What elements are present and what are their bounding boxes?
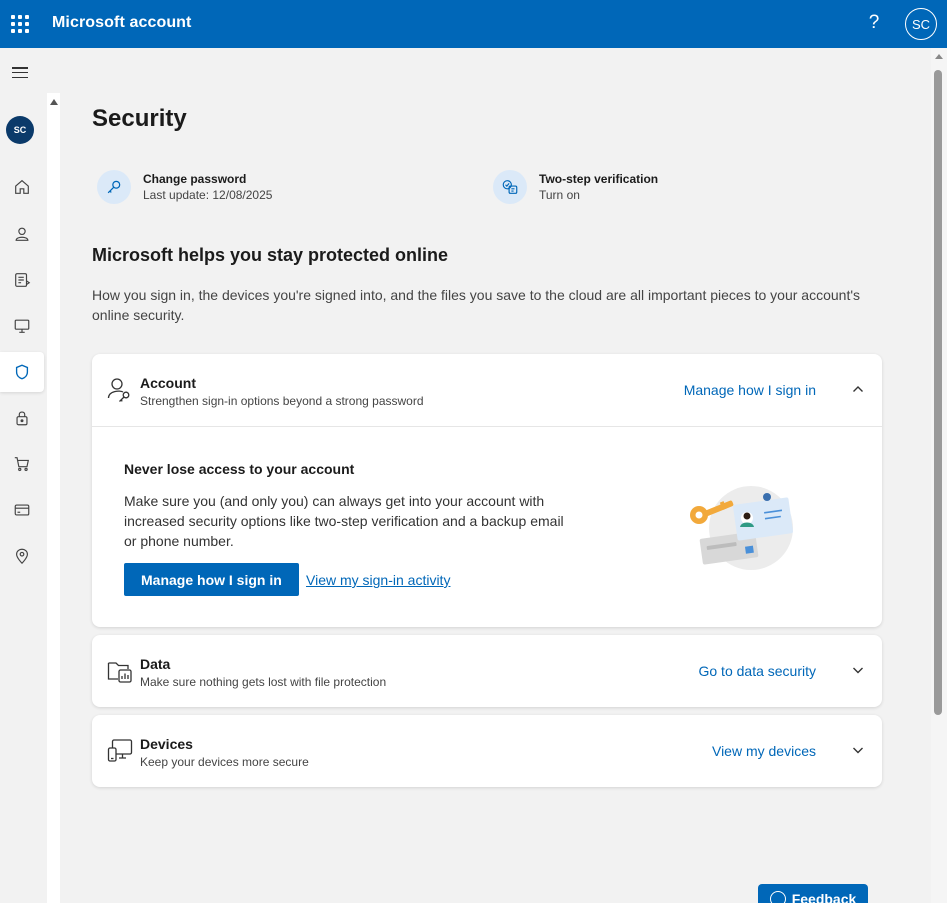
nav-item-payment[interactable] <box>0 490 44 530</box>
page-title: Security <box>92 105 187 132</box>
feedback-icon <box>769 891 786 903</box>
section-description: How you sign in, the devices you're sign… <box>92 287 861 323</box>
feedback-button[interactable]: Feedback <box>758 884 868 903</box>
chevron-down-icon[interactable] <box>852 664 864 676</box>
hamburger-menu-icon[interactable] <box>12 67 28 78</box>
person-icon <box>15 227 29 241</box>
feedback-label: Feedback <box>791 891 857 903</box>
person-key-icon <box>107 378 130 402</box>
data-card-header[interactable]: Data Make sure nothing gets lost with fi… <box>92 635 882 707</box>
two-step-title: Two-step verification <box>539 172 659 186</box>
top-bar: Microsoft account ? SC <box>0 0 947 48</box>
manage-sign-in-link[interactable]: Manage how I sign in <box>684 382 816 398</box>
two-step-subtitle: Turn on <box>539 188 580 202</box>
location-pin-icon <box>16 548 28 565</box>
cart-icon <box>14 457 30 472</box>
view-devices-link[interactable]: View my devices <box>712 743 816 759</box>
nav-item-security[interactable] <box>0 352 44 392</box>
devices-icon <box>14 319 30 333</box>
view-sign-in-activity-link[interactable]: View my sign-in activity <box>306 572 450 588</box>
home-icon <box>15 179 29 194</box>
data-security-link[interactable]: Go to data security <box>698 663 816 679</box>
account-card-title: Account <box>140 375 196 391</box>
change-password-subtitle: Last update: 12/08/2025 <box>143 188 273 202</box>
nav-item-subscriptions[interactable] <box>0 260 44 300</box>
account-card-subtitle: Strengthen sign-in options beyond a stro… <box>140 394 424 408</box>
devices-card: Devices Keep your devices more secure Vi… <box>92 715 882 787</box>
account-body-title: Never lose access to your account <box>124 461 355 477</box>
nav-item-privacy[interactable] <box>0 398 44 438</box>
nav-item-orders[interactable] <box>0 444 44 484</box>
page-scrollbar[interactable] <box>931 48 947 903</box>
card-icon <box>14 504 30 516</box>
app-title[interactable]: Microsoft account <box>52 14 192 32</box>
subscriptions-icon <box>15 273 31 287</box>
app-launcher-icon[interactable] <box>11 15 29 33</box>
manage-sign-in-button[interactable]: Manage how I sign in <box>124 563 299 596</box>
key-icon <box>97 170 131 204</box>
data-card-subtitle: Make sure nothing gets lost with file pr… <box>140 675 387 689</box>
folder-chart-icon <box>107 662 132 683</box>
help-icon[interactable]: ? <box>866 12 882 34</box>
devices-card-header[interactable]: Devices Keep your devices more secure Vi… <box>92 715 882 787</box>
data-card: Data Make sure nothing gets lost with fi… <box>92 635 882 707</box>
account-body-text: Make sure you (and only you) can always … <box>124 493 564 549</box>
scrollbar-thumb[interactable] <box>934 70 942 715</box>
lock-icon <box>16 411 28 426</box>
account-card-header[interactable]: Account Strengthen sign-in options beyon… <box>92 354 882 426</box>
account-card: Account Strengthen sign-in options beyon… <box>92 354 882 627</box>
two-step-verification-action[interactable]: Two-step verification Turn on <box>493 169 658 205</box>
nav-item-profile[interactable] <box>0 214 44 254</box>
nav-item-home[interactable] <box>0 167 44 207</box>
shield-icon <box>15 364 29 380</box>
scroll-up-icon[interactable] <box>935 54 943 59</box>
devices-card-subtitle: Keep your devices more secure <box>140 755 309 769</box>
two-step-icon <box>493 170 527 204</box>
devices-card-title: Devices <box>140 736 193 752</box>
nav-scroll-up-icon[interactable] <box>50 99 58 105</box>
section-heading: Microsoft helps you stay protected onlin… <box>92 245 449 265</box>
nav-avatar[interactable]: SC <box>6 116 34 144</box>
account-card-body: Never lose access to your account Make s… <box>92 426 882 627</box>
change-password-title: Change password <box>143 172 247 186</box>
data-card-title: Data <box>140 656 171 672</box>
nav-item-devices[interactable] <box>0 306 44 346</box>
account-avatar[interactable]: SC <box>905 8 937 40</box>
nav-scroll-track <box>47 93 60 903</box>
nav-item-address[interactable] <box>0 536 44 576</box>
chevron-up-icon[interactable] <box>852 383 864 395</box>
security-illustration <box>690 486 793 570</box>
change-password-action[interactable]: Change password Last update: 12/08/2025 <box>97 169 272 205</box>
chevron-down-icon[interactable] <box>852 744 864 756</box>
devices-icon <box>107 739 133 762</box>
